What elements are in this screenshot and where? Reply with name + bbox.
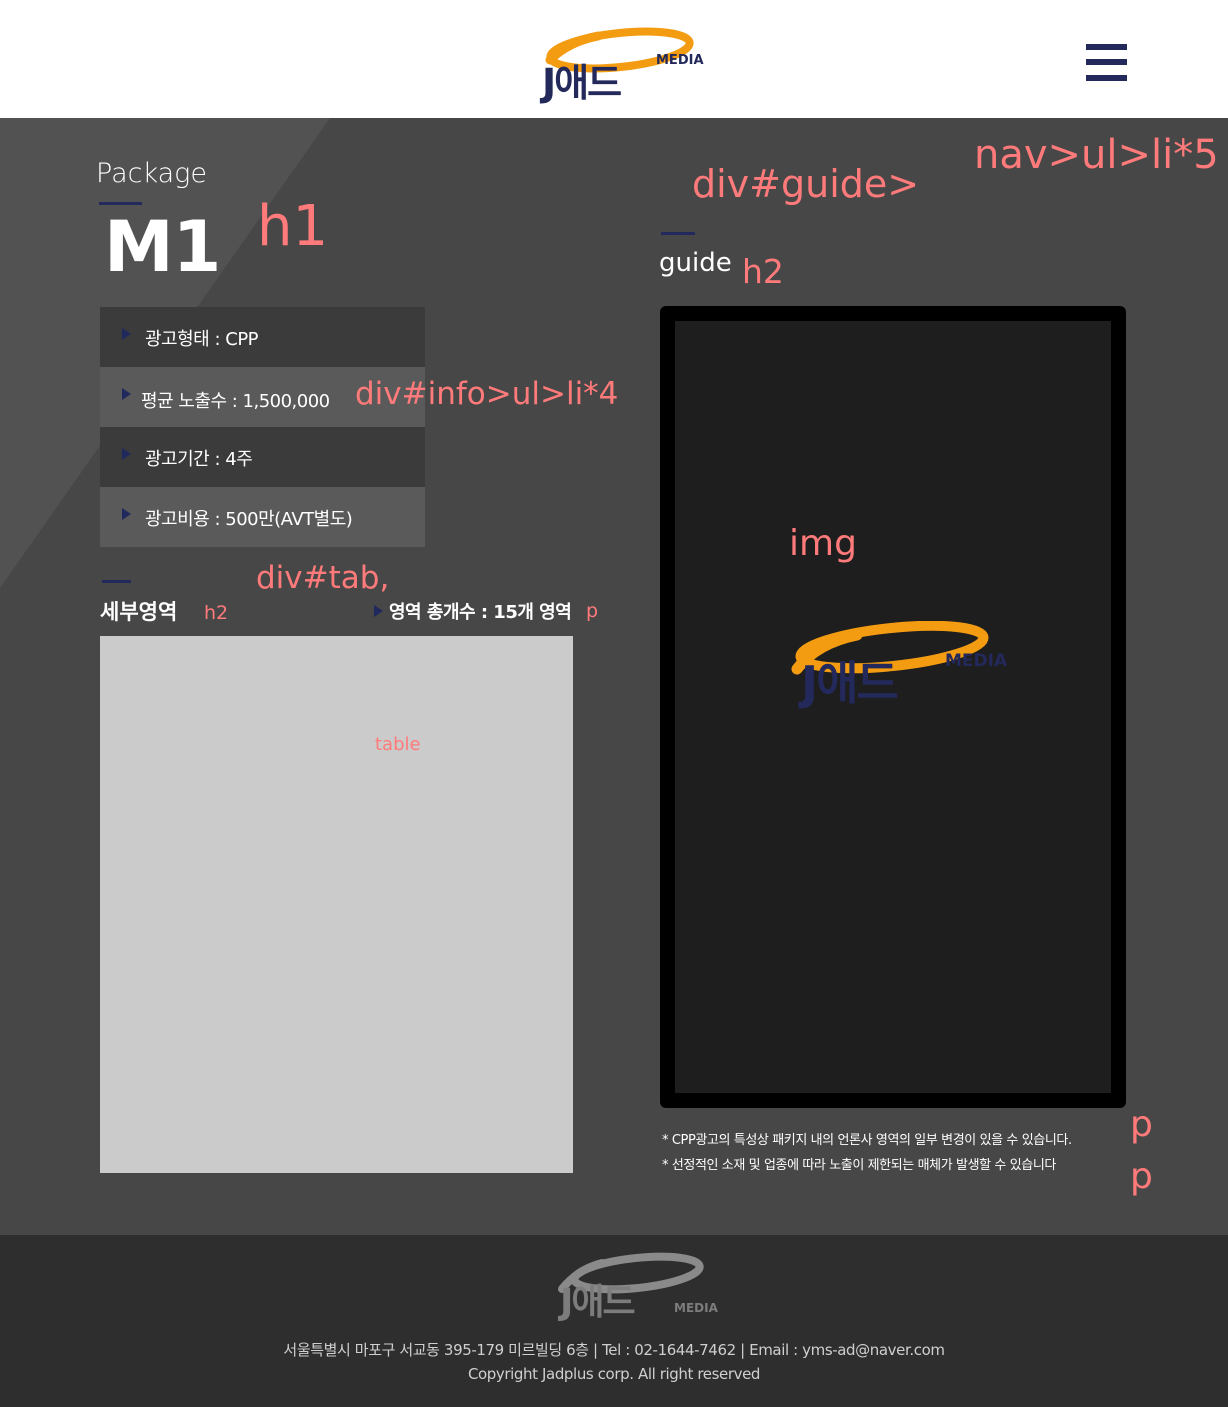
annotation-info: div#info>ul>li*4 xyxy=(355,376,619,412)
bullet-triangle-icon xyxy=(122,328,131,340)
footer-logo-text: J애드 xyxy=(560,1282,636,1323)
bullet-triangle-icon xyxy=(122,448,131,460)
detail-table: table xyxy=(100,636,573,1173)
guide-logo-text: J애드 xyxy=(801,656,899,710)
footer-copyright: Copyright Jadplus corp. All right reserv… xyxy=(467,1365,761,1383)
annotation-h2-detail: h2 xyxy=(204,602,229,624)
header-logo-text: J애드 xyxy=(542,61,622,105)
annotation-h2-guide: h2 xyxy=(742,252,784,291)
page-title: M1 xyxy=(104,206,221,288)
count-triangle-icon xyxy=(374,605,383,617)
guide-logo-sub: MEDIA xyxy=(945,651,1008,671)
annotation-p2: p xyxy=(1130,1156,1153,1197)
guide-dash xyxy=(661,232,695,235)
info-item-type: 광고형태 : CPP xyxy=(100,307,425,367)
annotation-tab: div#tab, xyxy=(256,560,390,596)
info-item-period: 광고기간 : 4주 xyxy=(100,427,425,487)
footer-logo-sub: MEDIA xyxy=(674,1301,718,1315)
info-item-cost: 광고비용 : 500만(AVT별도) xyxy=(100,487,425,547)
annotation-p-count: p xyxy=(586,600,599,622)
header-logo-sub: MEDIA xyxy=(656,53,704,68)
info-item-label: 광고형태 : CPP xyxy=(145,329,259,350)
annotation-img: img xyxy=(789,523,857,564)
footer-address: 서울특별시 마포구 서교동 395-179 미르빌딩 6층 | Tel : 02… xyxy=(283,1341,945,1359)
menu-button[interactable] xyxy=(1080,38,1134,88)
bullet-triangle-icon xyxy=(122,388,131,400)
guide-title: guide xyxy=(659,248,732,278)
guide-note-1: * CPP광고의 특성상 패키지 내의 언론사 영역의 일부 변경이 있을 수 … xyxy=(662,1133,1072,1148)
guide-image: img J애드 MEDIA xyxy=(675,321,1111,1093)
guide-image-frame: img J애드 MEDIA xyxy=(660,306,1126,1108)
info-item-label: 광고기간 : 4주 xyxy=(145,449,253,470)
footer-logo[interactable]: J애드 MEDIA xyxy=(552,1251,722,1323)
bullet-triangle-icon xyxy=(122,508,131,520)
detail-title: 세부영역 xyxy=(100,600,178,624)
annotation-table: table xyxy=(375,734,421,755)
package-label: Package xyxy=(96,158,207,189)
package-dash xyxy=(99,202,142,205)
guide-note-2: * 선정적인 소재 및 업종에 따라 노출이 제한되는 매체가 발생할 수 있습… xyxy=(662,1158,1056,1173)
detail-count: 영역 총개수 : 15개 영역 xyxy=(389,602,572,623)
guide-image-logo: J애드 MEDIA xyxy=(787,620,1017,721)
annotation-p1: p xyxy=(1130,1104,1153,1145)
site-footer: J애드 MEDIA 서울특별시 마포구 서교동 395-179 미르빌딩 6층 … xyxy=(0,1235,1228,1407)
info-item-label: 평균 노출수 : 1,500,000 xyxy=(141,391,330,412)
annotation-h1: h1 xyxy=(257,194,329,259)
header-logo[interactable]: J애드 MEDIA xyxy=(528,20,708,105)
main-content: nav>ul>li*5 div#guide> Package M1 h1 광고형… xyxy=(0,118,1228,1235)
site-header: J애드 MEDIA xyxy=(0,0,1228,118)
annotation-nav: nav>ul>li*5 xyxy=(974,132,1219,178)
info-item-label: 광고비용 : 500만(AVT별도) xyxy=(145,509,353,530)
annotation-guide-div: div#guide> xyxy=(692,162,920,206)
detail-dash xyxy=(102,580,131,583)
